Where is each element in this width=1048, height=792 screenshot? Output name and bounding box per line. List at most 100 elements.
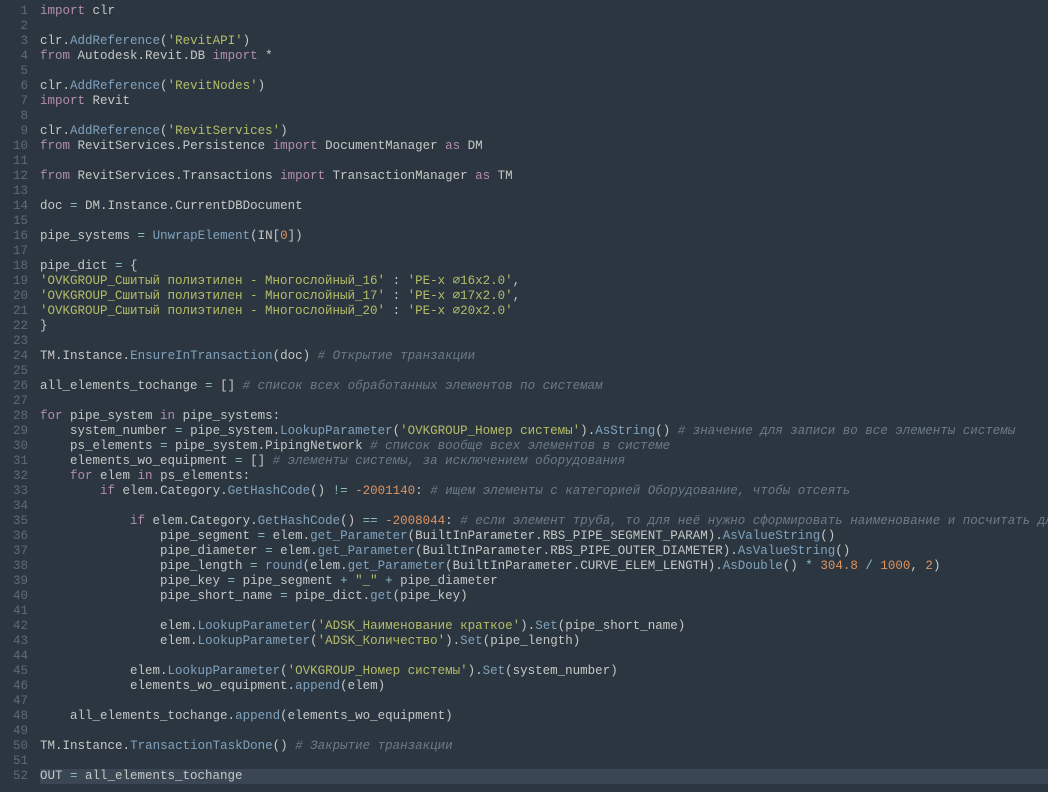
token-str: 'RevitNodes' <box>168 79 258 93</box>
code-line[interactable]: for pipe_system in pipe_systems: <box>40 409 1048 424</box>
token-op: * <box>265 49 273 63</box>
token-opcol: = <box>138 229 146 243</box>
code-line[interactable]: clr.AddReference('RevitNodes') <box>40 79 1048 94</box>
line-number: 24 <box>0 349 28 364</box>
code-line[interactable] <box>40 214 1048 229</box>
code-line[interactable]: system_number = pipe_system.LookupParame… <box>40 424 1048 439</box>
token-id: elem <box>273 544 311 558</box>
code-line[interactable] <box>40 64 1048 79</box>
token-op: (BuiltInParameter <box>415 544 543 558</box>
code-line[interactable]: TM.Instance.TransactionTaskDone() # Закр… <box>40 739 1048 754</box>
code-line[interactable] <box>40 694 1048 709</box>
code-line[interactable] <box>40 649 1048 664</box>
line-number: 16 <box>0 229 28 244</box>
code-line[interactable]: 'OVKGROUP_Сшитый полиэтилен - Многослойн… <box>40 289 1048 304</box>
code-line[interactable]: doc = DM.Instance.CurrentDBDocument <box>40 199 1048 214</box>
line-number: 25 <box>0 364 28 379</box>
code-line[interactable] <box>40 604 1048 619</box>
token-opcol: = <box>258 529 266 543</box>
code-line[interactable] <box>40 244 1048 259</box>
token-fn: TransactionTaskDone <box>130 739 273 753</box>
line-number: 21 <box>0 304 28 319</box>
code-line[interactable]: 'OVKGROUP_Сшитый полиэтилен - Многослойн… <box>40 274 1048 289</box>
code-line[interactable]: pipe_systems = UnwrapElement(IN[0]) <box>40 229 1048 244</box>
code-area[interactable]: import clrclr.AddReference('RevitAPI')fr… <box>40 0 1048 792</box>
code-line[interactable]: ps_elements = pipe_system.PipingNetwork … <box>40 439 1048 454</box>
code-line[interactable] <box>40 19 1048 34</box>
code-line[interactable] <box>40 499 1048 514</box>
token-op: ( <box>280 664 288 678</box>
code-line[interactable] <box>40 364 1048 379</box>
line-number: 44 <box>0 649 28 664</box>
code-line[interactable]: OUT = all_elements_tochange <box>40 769 1048 784</box>
code-line[interactable]: elem.LookupParameter('ADSK_Наименование … <box>40 619 1048 634</box>
line-number: 38 <box>0 559 28 574</box>
token-op: [] <box>250 454 273 468</box>
token-kw: import <box>40 4 85 18</box>
code-line[interactable]: all_elements_tochange.append(elements_wo… <box>40 709 1048 724</box>
code-line[interactable]: elements_wo_equipment.append(elem) <box>40 679 1048 694</box>
code-line[interactable] <box>40 109 1048 124</box>
line-number: 14 <box>0 199 28 214</box>
token-str: 'RevitServices' <box>168 124 281 138</box>
code-line[interactable] <box>40 334 1048 349</box>
token-op: ( <box>310 619 318 633</box>
code-line[interactable] <box>40 724 1048 739</box>
code-line[interactable]: 'OVKGROUP_Сшитый полиэтилен - Многослойн… <box>40 304 1048 319</box>
code-line[interactable] <box>40 394 1048 409</box>
code-line[interactable]: from Autodesk.Revit.DB import * <box>40 49 1048 64</box>
code-line[interactable]: pipe_short_name = pipe_dict.get(pipe_key… <box>40 589 1048 604</box>
code-line[interactable]: pipe_segment = elem.get_Parameter(BuiltI… <box>40 529 1048 544</box>
token-op: ( <box>393 424 401 438</box>
code-line[interactable]: if elem.Category.GetHashCode() != -20011… <box>40 484 1048 499</box>
code-line[interactable]: clr.AddReference('RevitAPI') <box>40 34 1048 49</box>
token-id: all_elements_tochange <box>40 379 205 393</box>
token-fn: LookupParameter <box>198 619 311 633</box>
token-com: # значение для записи во все элементы си… <box>678 424 1016 438</box>
code-line[interactable]: import clr <box>40 4 1048 19</box>
token-id <box>258 49 266 63</box>
code-line[interactable]: elem.LookupParameter('ADSK_Количество').… <box>40 634 1048 649</box>
token-op: . <box>715 529 723 543</box>
token-num: -2001140 <box>355 484 415 498</box>
token-op: ) <box>933 559 941 573</box>
token-kw: from <box>40 49 70 63</box>
token-op: ( <box>160 79 168 93</box>
code-line[interactable]: if elem.Category.GetHashCode() == -20080… <box>40 514 1048 529</box>
code-line[interactable]: for elem in ps_elements: <box>40 469 1048 484</box>
code-line[interactable]: elements_wo_equipment = [] # элементы си… <box>40 454 1048 469</box>
code-line[interactable] <box>40 754 1048 769</box>
code-line[interactable]: import Revit <box>40 94 1048 109</box>
code-line[interactable]: from RevitServices.Transactions import T… <box>40 169 1048 184</box>
code-line[interactable] <box>40 154 1048 169</box>
code-line[interactable]: pipe_dict = { <box>40 259 1048 274</box>
code-line[interactable]: TM.Instance.EnsureInTransaction(doc) # О… <box>40 349 1048 364</box>
code-line[interactable]: all_elements_tochange = [] # список всех… <box>40 379 1048 394</box>
token-str: 'OVKGROUP_Сшитый полиэтилен - Многослойн… <box>40 304 385 318</box>
code-line[interactable]: clr.AddReference('RevitServices') <box>40 124 1048 139</box>
code-line[interactable]: elem.LookupParameter('OVKGROUP_Номер сис… <box>40 664 1048 679</box>
token-op: . <box>715 559 723 573</box>
token-id: pipe_key <box>160 574 228 588</box>
token-op: () <box>783 559 806 573</box>
code-line[interactable]: pipe_diameter = elem.get_Parameter(Built… <box>40 544 1048 559</box>
token-fn: AsValueString <box>723 529 821 543</box>
token-id: pipe_segment <box>160 529 258 543</box>
code-line[interactable]: pipe_length = round(elem.get_Parameter(B… <box>40 559 1048 574</box>
token-id: Revit <box>85 94 130 108</box>
token-com: # список всех обработанных элементов по … <box>243 379 603 393</box>
line-number: 47 <box>0 694 28 709</box>
code-editor[interactable]: 1234567891011121314151617181920212223242… <box>0 0 1048 792</box>
line-number: 7 <box>0 94 28 109</box>
code-line[interactable] <box>40 184 1048 199</box>
token-fn: Set <box>535 619 558 633</box>
code-line[interactable]: } <box>40 319 1048 334</box>
token-id: TransactionManager <box>325 169 475 183</box>
code-line[interactable]: pipe_key = pipe_segment + "_" + pipe_dia… <box>40 574 1048 589</box>
token-op: . <box>228 709 236 723</box>
token-id: elem <box>160 634 190 648</box>
token-kw: in <box>160 409 175 423</box>
code-line[interactable]: from RevitServices.Persistence import Do… <box>40 139 1048 154</box>
token-op: (elem <box>303 559 341 573</box>
token-id: elem <box>265 529 303 543</box>
